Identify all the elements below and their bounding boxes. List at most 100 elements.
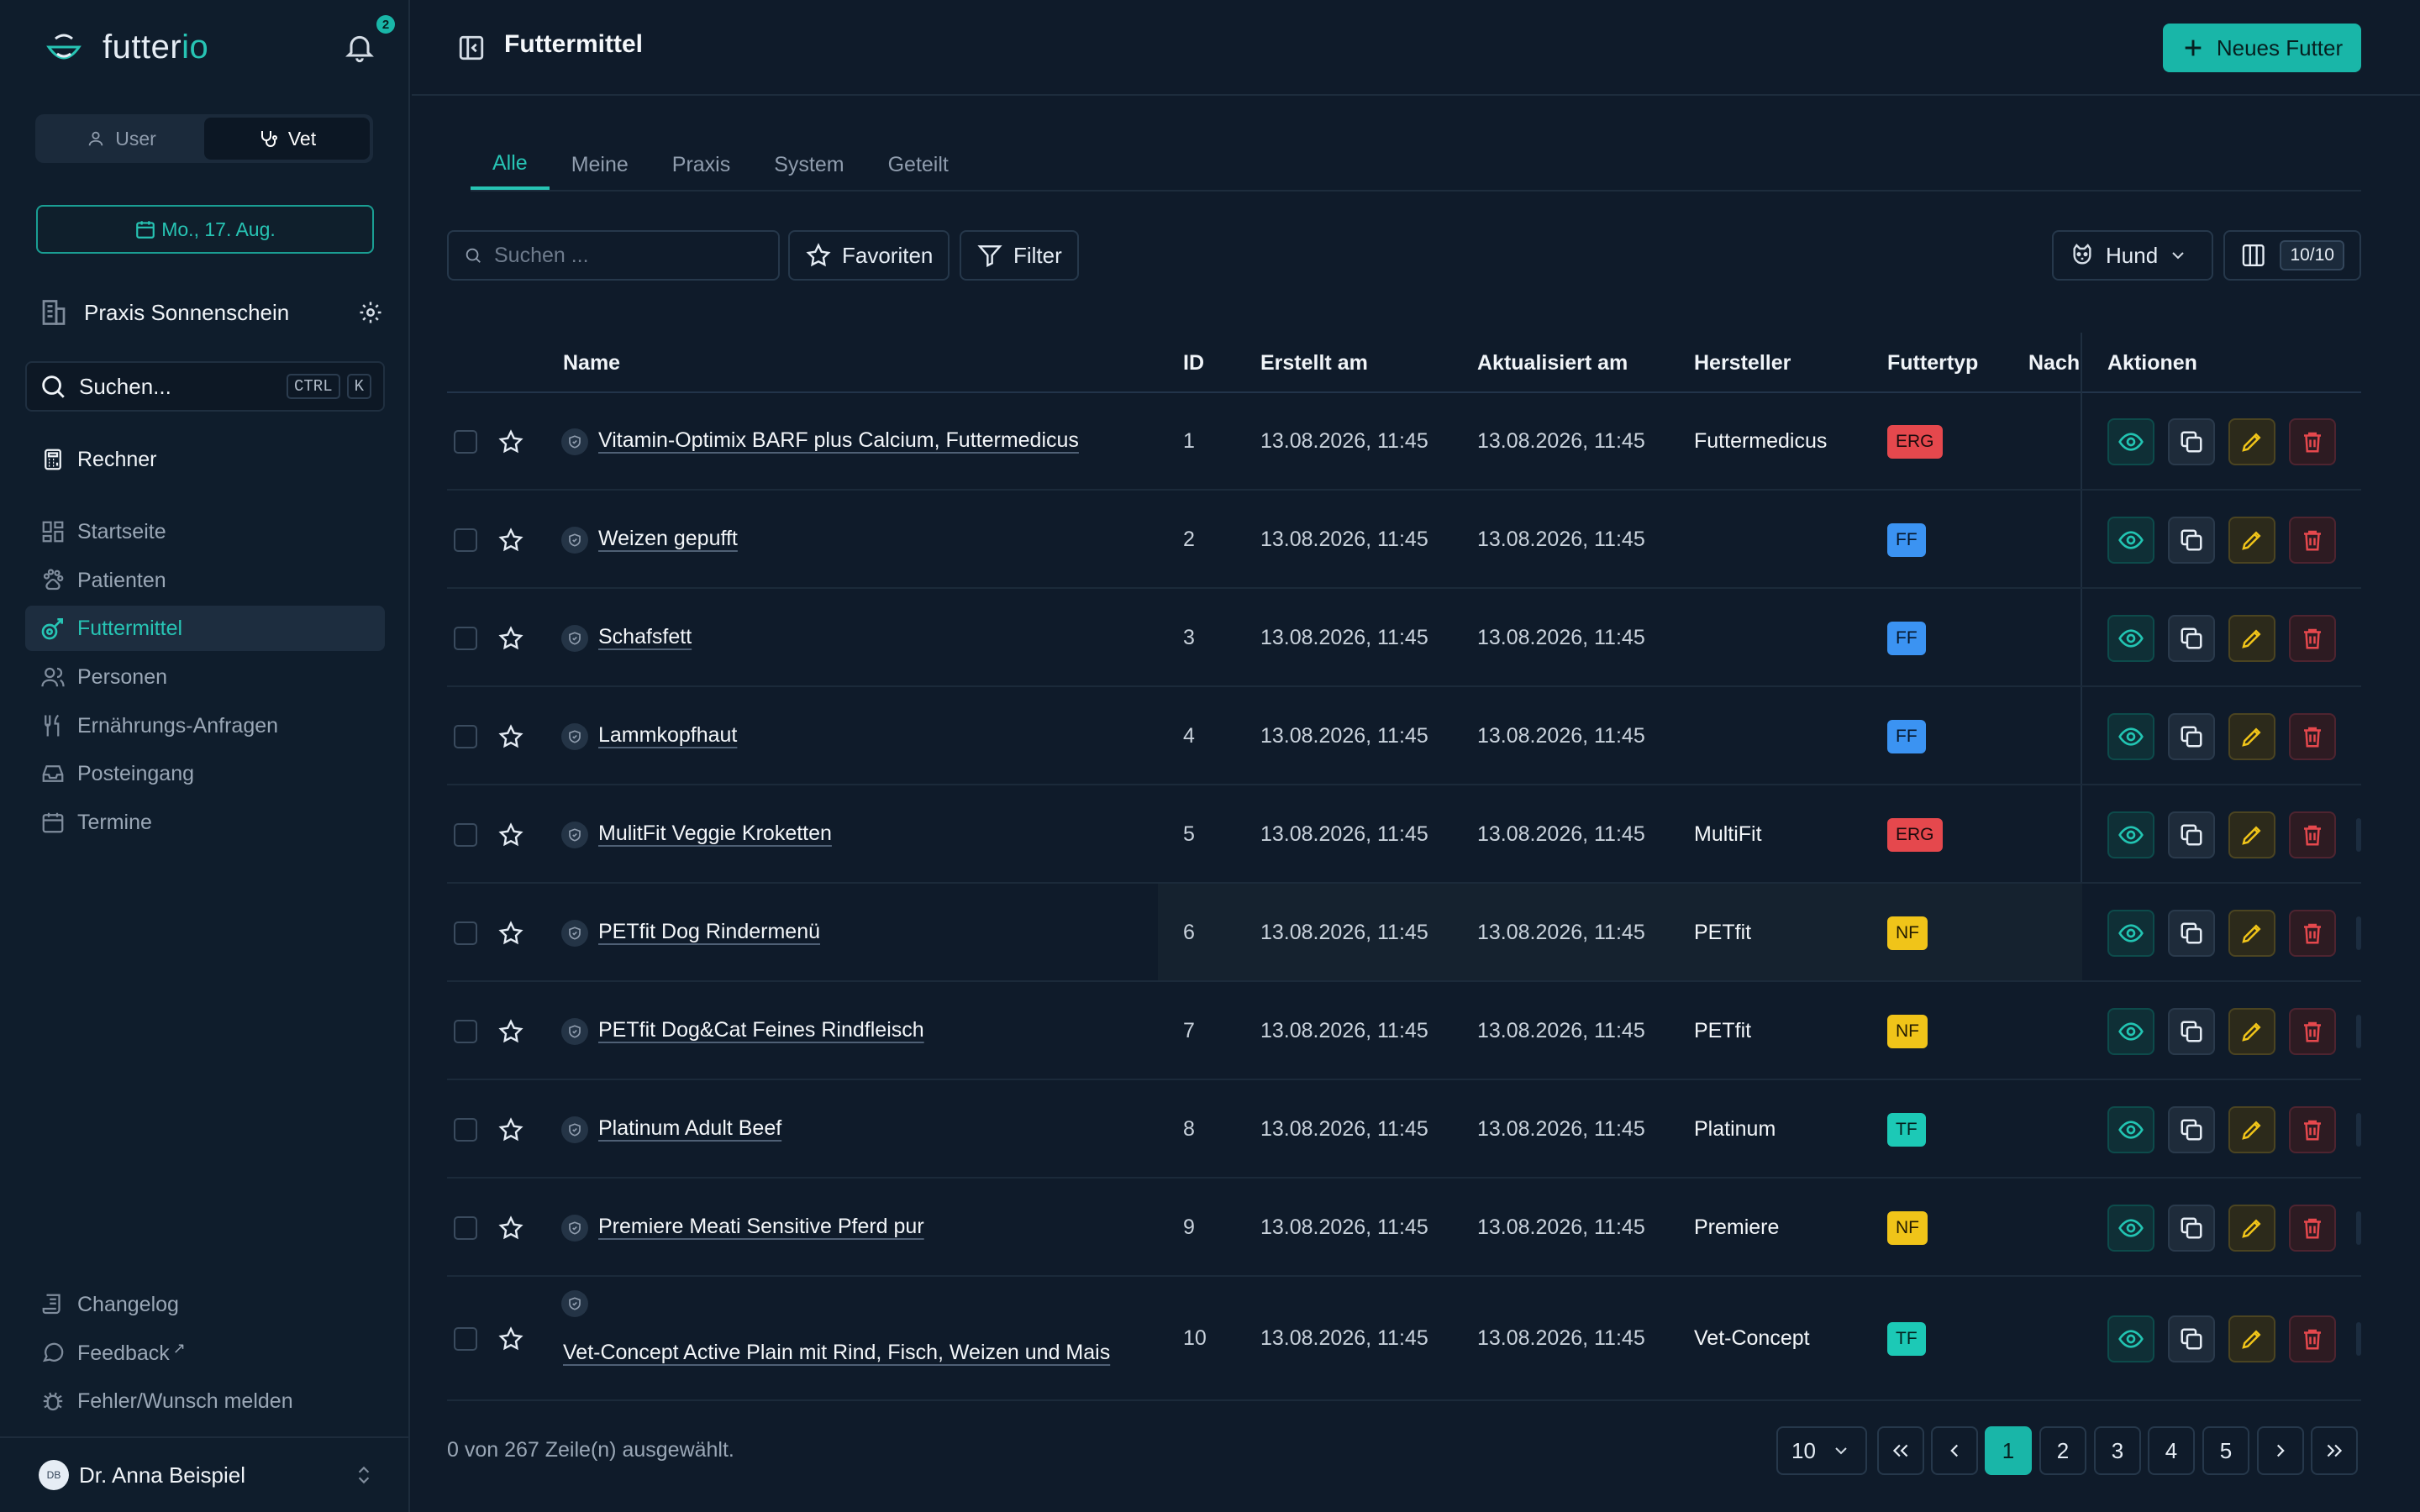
table-row[interactable]: Platinum Adult Beef 8 13.08.2026, 11:45 … <box>447 1080 2361 1179</box>
table-row[interactable]: Weizen gepufft 2 13.08.2026, 11:45 13.08… <box>447 491 2361 589</box>
column-header-type[interactable]: Futtertyp <box>1887 351 1978 375</box>
view-button[interactable] <box>2107 712 2154 760</box>
global-search[interactable]: Suchen... CTRL K <box>25 361 385 412</box>
food-name-link[interactable]: PETfit Dog Rindermenü <box>598 920 820 944</box>
food-name-link[interactable]: Weizen gepufft <box>598 527 738 551</box>
sidebar-item-posteingang[interactable]: Posteingang <box>25 751 385 796</box>
food-name-link[interactable]: Vet-Concept Active Plain mit Rind, Fisch… <box>563 1341 1110 1365</box>
page-button-5[interactable]: 5 <box>2202 1426 2249 1475</box>
sidebar-item-report-bug[interactable]: Fehler/Wunsch melden <box>25 1378 385 1424</box>
row-select-checkbox[interactable] <box>454 1117 477 1142</box>
row-select-checkbox[interactable] <box>454 724 477 748</box>
first-page-button[interactable] <box>1877 1426 1924 1475</box>
table-row[interactable]: Vitamin-Optimix BARF plus Calcium, Futte… <box>447 393 2361 491</box>
columns-toggle-button[interactable]: 10/10 <box>2223 230 2361 281</box>
page-button-4[interactable]: 4 <box>2148 1426 2195 1475</box>
edit-button[interactable] <box>2228 909 2275 957</box>
food-name-link[interactable]: Vitamin-Optimix BARF plus Calcium, Futte… <box>598 428 1079 453</box>
view-button[interactable] <box>2107 811 2154 858</box>
edit-button[interactable] <box>2228 418 2275 465</box>
favorite-star-icon[interactable] <box>497 527 524 554</box>
tab-meine[interactable]: Meine <box>550 139 650 190</box>
column-header-created[interactable]: Erstellt am <box>1260 351 1368 375</box>
prev-page-button[interactable] <box>1931 1426 1978 1475</box>
tab-alle[interactable]: Alle <box>471 139 550 190</box>
favorite-star-icon[interactable] <box>497 1326 524 1352</box>
row-select-checkbox[interactable] <box>454 1019 477 1043</box>
notifications-bell-icon[interactable] <box>343 30 376 64</box>
favorite-star-icon[interactable] <box>497 723 524 750</box>
search-input[interactable] <box>494 243 763 268</box>
delete-button[interactable] <box>2289 1315 2336 1362</box>
row-select-checkbox[interactable] <box>454 626 477 650</box>
favorite-star-icon[interactable] <box>497 1116 524 1143</box>
duplicate-button[interactable] <box>2168 614 2215 662</box>
favorite-star-icon[interactable] <box>497 822 524 848</box>
food-name-link[interactable]: Schafsfett <box>598 625 692 649</box>
view-button[interactable] <box>2107 418 2154 465</box>
table-row[interactable]: Vet-Concept Active Plain mit Rind, Fisch… <box>447 1277 2361 1401</box>
edit-button[interactable] <box>2228 1105 2275 1153</box>
sidebar-item-startseite[interactable]: Startseite <box>25 509 385 554</box>
sidebar-item-futtermittel[interactable]: Futtermittel <box>25 606 385 651</box>
delete-button[interactable] <box>2289 712 2336 760</box>
role-vet-button[interactable]: Vet <box>204 118 370 160</box>
tab-geteilt[interactable]: Geteilt <box>866 139 971 190</box>
edit-button[interactable] <box>2228 614 2275 662</box>
edit-button[interactable] <box>2228 1315 2275 1362</box>
edit-button[interactable] <box>2228 1007 2275 1055</box>
view-button[interactable] <box>2107 1315 2154 1362</box>
view-button[interactable] <box>2107 909 2154 957</box>
next-page-button[interactable] <box>2257 1426 2304 1475</box>
favorite-star-icon[interactable] <box>497 428 524 455</box>
view-button[interactable] <box>2107 1007 2154 1055</box>
delete-button[interactable] <box>2289 909 2336 957</box>
food-name-link[interactable]: Lammkopfhaut <box>598 723 737 748</box>
new-food-button[interactable]: Neues Futter <box>2163 24 2361 72</box>
view-button[interactable] <box>2107 614 2154 662</box>
row-select-checkbox[interactable] <box>454 1215 477 1240</box>
duplicate-button[interactable] <box>2168 1007 2215 1055</box>
edit-button[interactable] <box>2228 516 2275 564</box>
delete-button[interactable] <box>2289 811 2336 858</box>
favorite-star-icon[interactable] <box>497 625 524 652</box>
delete-button[interactable] <box>2289 1007 2336 1055</box>
duplicate-button[interactable] <box>2168 909 2215 957</box>
column-header-maker[interactable]: Hersteller <box>1694 351 1791 375</box>
view-button[interactable] <box>2107 1105 2154 1153</box>
sidebar-item-ernaehrungs-anfragen[interactable]: Ernährungs-Anfragen <box>25 703 385 748</box>
row-select-checkbox[interactable] <box>454 1327 477 1351</box>
role-user-button[interactable]: User <box>39 118 204 160</box>
duplicate-button[interactable] <box>2168 1105 2215 1153</box>
table-row[interactable]: PETfit Dog&Cat Feines Rindfleisch 7 13.0… <box>447 982 2361 1080</box>
last-page-button[interactable] <box>2311 1426 2358 1475</box>
app-logo[interactable]: futterio <box>44 22 208 72</box>
user-menu[interactable]: DB Dr. Anna Beispiel <box>39 1453 375 1497</box>
duplicate-button[interactable] <box>2168 712 2215 760</box>
favorite-star-icon[interactable] <box>497 1018 524 1045</box>
sidebar-item-feedback[interactable]: Feedback ↗ <box>25 1331 385 1376</box>
view-button[interactable] <box>2107 1204 2154 1252</box>
row-select-checkbox[interactable] <box>454 822 477 847</box>
food-name-link[interactable]: MulitFit Veggie Kroketten <box>598 822 832 846</box>
sidebar-item-termine[interactable]: Termine <box>25 800 385 845</box>
delete-button[interactable] <box>2289 614 2336 662</box>
sidebar-item-changelog[interactable]: Changelog <box>25 1282 385 1327</box>
food-name-link[interactable]: Platinum Adult Beef <box>598 1116 781 1141</box>
row-select-checkbox[interactable] <box>454 528 477 552</box>
page-button-1[interactable]: 1 <box>1985 1426 2032 1475</box>
duplicate-button[interactable] <box>2168 1204 2215 1252</box>
duplicate-button[interactable] <box>2168 516 2215 564</box>
favorites-button[interactable]: Favoriten <box>788 230 950 281</box>
toggle-sidebar-icon[interactable] <box>457 34 486 62</box>
page-button-3[interactable]: 3 <box>2094 1426 2141 1475</box>
column-header-name[interactable]: Name <box>563 351 620 375</box>
table-row[interactable]: PETfit Dog Rindermenü 6 13.08.2026, 11:4… <box>447 884 2361 982</box>
row-select-checkbox[interactable] <box>454 921 477 945</box>
edit-button[interactable] <box>2228 1204 2275 1252</box>
sidebar-item-rechner[interactable]: Rechner <box>25 437 385 482</box>
page-size-select[interactable]: 10 <box>1776 1426 1867 1475</box>
date-picker-button[interactable]: Mo., 17. Aug. <box>36 205 374 254</box>
favorite-star-icon[interactable] <box>497 1215 524 1242</box>
table-row[interactable]: Schafsfett 3 13.08.2026, 11:45 13.08.202… <box>447 589 2361 687</box>
